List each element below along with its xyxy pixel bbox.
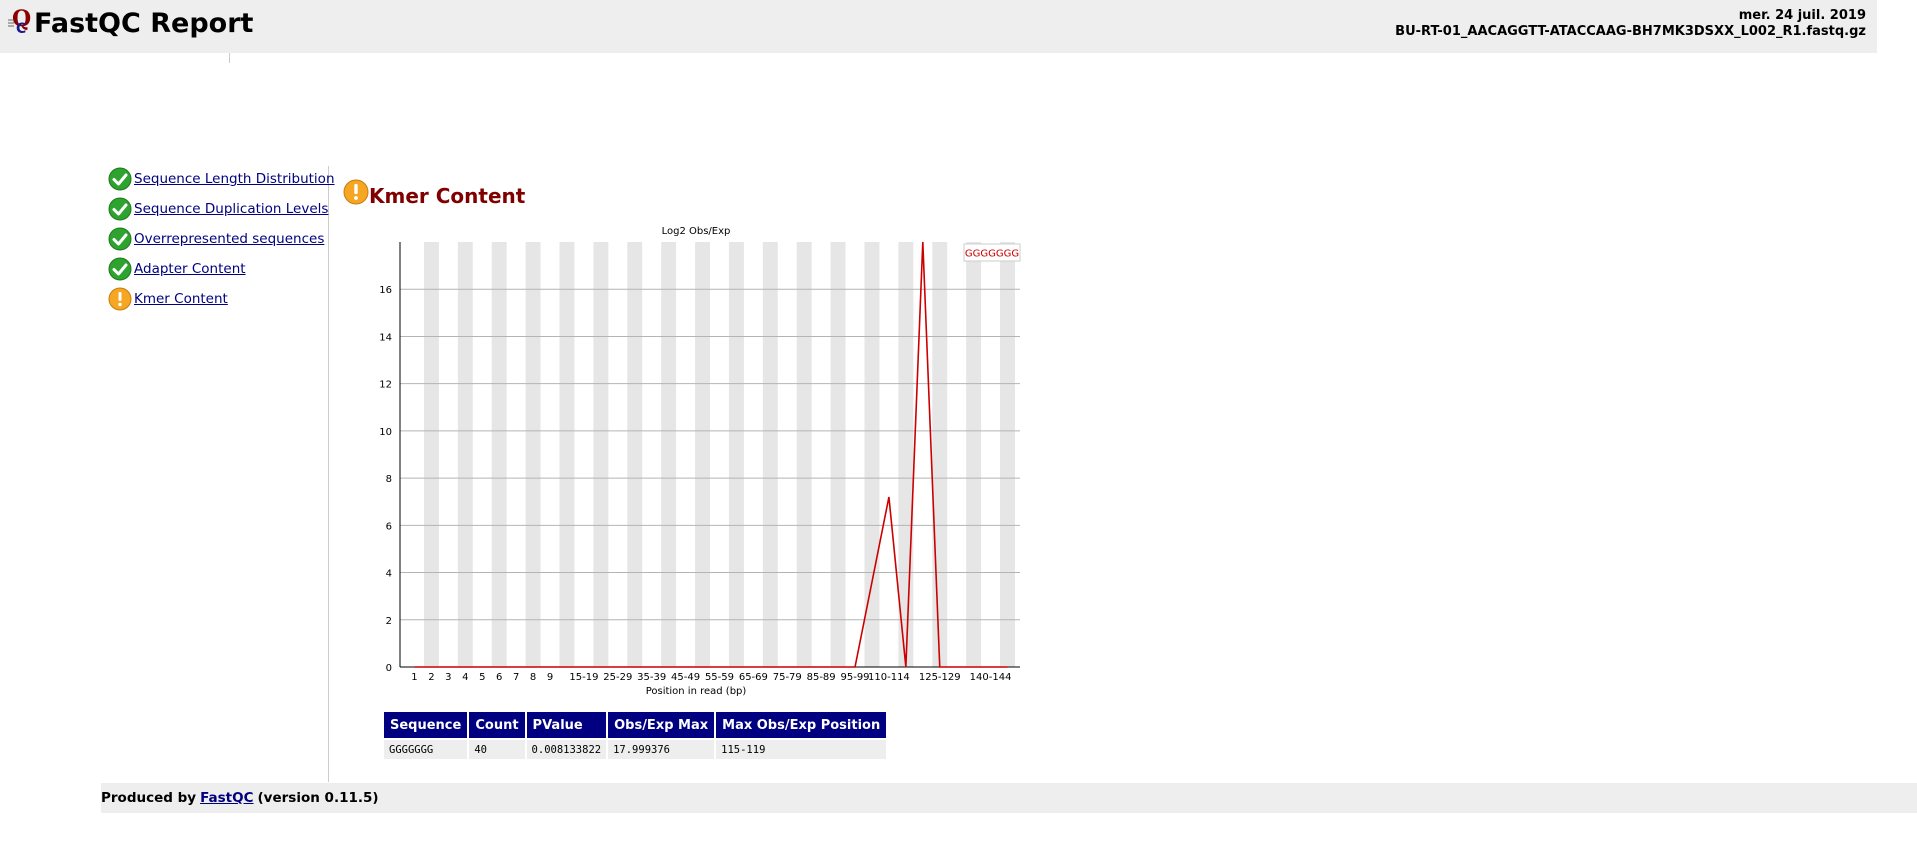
sidebar-divider bbox=[328, 166, 329, 782]
y-tick-label: 0 bbox=[386, 663, 392, 674]
x-tick-label: 140-144 bbox=[970, 672, 1012, 683]
svg-text:C: C bbox=[16, 21, 26, 34]
sidebar-link-label[interactable]: Overrepresented sequences bbox=[134, 231, 324, 247]
warning-exclamation-icon bbox=[108, 287, 132, 311]
sidebar-item-sequence-duplication-levels[interactable]: Sequence Duplication Levels bbox=[108, 196, 328, 222]
column-stripe bbox=[525, 242, 541, 667]
x-tick-label: 85-89 bbox=[807, 672, 836, 683]
table-cell: 115-119 bbox=[716, 740, 887, 759]
report-footer: Produced by FastQC (version 0.11.5) bbox=[101, 783, 1917, 813]
sidebar-link-label[interactable]: Adapter Content bbox=[134, 261, 246, 277]
kmer-table: Sequence Count PValue Obs/Exp Max Max Ob… bbox=[382, 712, 888, 759]
column-stripe bbox=[627, 242, 643, 667]
sidebar-link-label[interactable]: Sequence Duplication Levels bbox=[134, 201, 328, 217]
column-stripe bbox=[423, 242, 439, 667]
column-stripe bbox=[1000, 242, 1015, 667]
warning-exclamation-icon bbox=[343, 179, 369, 205]
x-tick-label: 4 bbox=[462, 672, 468, 683]
x-tick-label: 55-59 bbox=[705, 672, 734, 683]
x-tick-label: 6 bbox=[496, 672, 502, 683]
fastqc-link[interactable]: FastQC bbox=[200, 790, 253, 806]
kmer-content-chart: 02468101214161 2 3 4 5 6 7 8 9 15-19 25-29 35-39 45-… bbox=[379, 226, 1021, 697]
x-tick-label: 95-99 bbox=[840, 672, 869, 683]
table-cell: 17.999376 bbox=[608, 740, 715, 759]
column-header: PValue bbox=[526, 712, 607, 740]
pass-check-icon bbox=[108, 167, 132, 191]
y-tick-label: 14 bbox=[379, 332, 392, 343]
page-title: FastQC Report bbox=[34, 8, 254, 39]
column-header: Obs/Exp Max bbox=[608, 712, 715, 740]
module-title: Kmer Content bbox=[369, 184, 526, 208]
chart-title: Log2 Obs/Exp bbox=[662, 226, 731, 237]
table-row: GGGGGGG 40 0.008133822 17.999376 115-119 bbox=[384, 740, 887, 759]
x-tick-label: 25-29 bbox=[603, 672, 632, 683]
column-stripe bbox=[491, 242, 507, 667]
x-tick-label: 35-39 bbox=[637, 672, 666, 683]
column-stripe bbox=[695, 242, 710, 667]
footer-version: (version 0.11.5) bbox=[257, 790, 379, 806]
x-tick-label: 2 bbox=[428, 672, 434, 683]
sidebar-link-label[interactable]: Kmer Content bbox=[134, 291, 228, 307]
sidebar-item-kmer-content[interactable]: Kmer Content bbox=[108, 286, 228, 312]
x-tick-label: 1 bbox=[411, 672, 417, 683]
y-tick-label: 6 bbox=[386, 521, 392, 532]
sidebar-link-label[interactable]: Sequence Length Distribution bbox=[134, 171, 335, 187]
y-tick-label: 16 bbox=[379, 285, 392, 296]
table-cell: 40 bbox=[469, 740, 525, 759]
column-stripe bbox=[796, 242, 812, 667]
header-divider bbox=[229, 53, 230, 63]
sidebar-item-sequence-length-distribution[interactable]: Sequence Length Distribution bbox=[108, 166, 335, 192]
x-tick-label: 5 bbox=[479, 672, 485, 683]
pass-check-icon bbox=[108, 257, 132, 281]
column-stripe bbox=[661, 242, 677, 667]
column-stripe bbox=[966, 242, 982, 667]
column-stripe bbox=[864, 242, 880, 667]
x-tick-label: 125-129 bbox=[919, 672, 961, 683]
legend-entry: GGGGGGG bbox=[965, 249, 1019, 260]
pass-check-icon bbox=[108, 197, 132, 221]
report-filename: BU-RT-01_AACAGGTT-ATACCAAG-BH7MK3DSXX_L0… bbox=[1395, 24, 1866, 39]
column-header: Max Obs/Exp Position bbox=[716, 712, 887, 740]
x-tick-label: 9 bbox=[547, 672, 553, 683]
pass-check-icon bbox=[108, 227, 132, 251]
y-tick-label: 12 bbox=[379, 380, 392, 391]
column-stripe bbox=[932, 242, 948, 667]
column-header: Sequence bbox=[384, 712, 468, 740]
column-stripe bbox=[593, 242, 609, 667]
column-stripe bbox=[559, 242, 575, 667]
x-tick-label: 75-79 bbox=[773, 672, 802, 683]
x-tick-label: 3 bbox=[445, 672, 451, 683]
y-tick-label: 8 bbox=[386, 474, 392, 485]
report-date: mer. 24 juil. 2019 bbox=[1738, 8, 1866, 23]
column-stripe bbox=[457, 242, 473, 667]
x-tick-label: 15-19 bbox=[569, 672, 598, 683]
table-cell: 0.008133822 bbox=[526, 740, 607, 759]
sidebar-item-overrepresented-sequences[interactable]: Overrepresented sequences bbox=[108, 226, 324, 252]
x-tick-label: 110-114 bbox=[868, 672, 910, 683]
fastqc-logo-icon: Q C bbox=[8, 6, 31, 34]
x-tick-label: 65-69 bbox=[739, 672, 768, 683]
y-tick-label: 4 bbox=[386, 569, 392, 580]
x-tick-label: 7 bbox=[513, 672, 519, 683]
column-stripe bbox=[898, 242, 914, 667]
x-tick-label: 8 bbox=[530, 672, 536, 683]
table-cell: GGGGGGG bbox=[384, 740, 468, 759]
column-stripe bbox=[762, 242, 778, 667]
x-tick-label: 45-49 bbox=[671, 672, 700, 683]
x-axis-label: Position in read (bp) bbox=[646, 686, 747, 697]
footer-prefix: Produced by bbox=[101, 790, 197, 806]
y-tick-label: 2 bbox=[386, 616, 392, 627]
table-header-row: Sequence Count PValue Obs/Exp Max Max Ob… bbox=[384, 712, 887, 740]
y-tick-label: 10 bbox=[379, 427, 392, 438]
column-stripe bbox=[830, 242, 846, 667]
sidebar-item-adapter-content[interactable]: Adapter Content bbox=[108, 256, 246, 282]
column-header: Count bbox=[469, 712, 525, 740]
column-stripe bbox=[728, 242, 744, 667]
report-header: Q C FastQC Report mer. 24 juil. 2019 BU-… bbox=[0, 0, 1877, 53]
